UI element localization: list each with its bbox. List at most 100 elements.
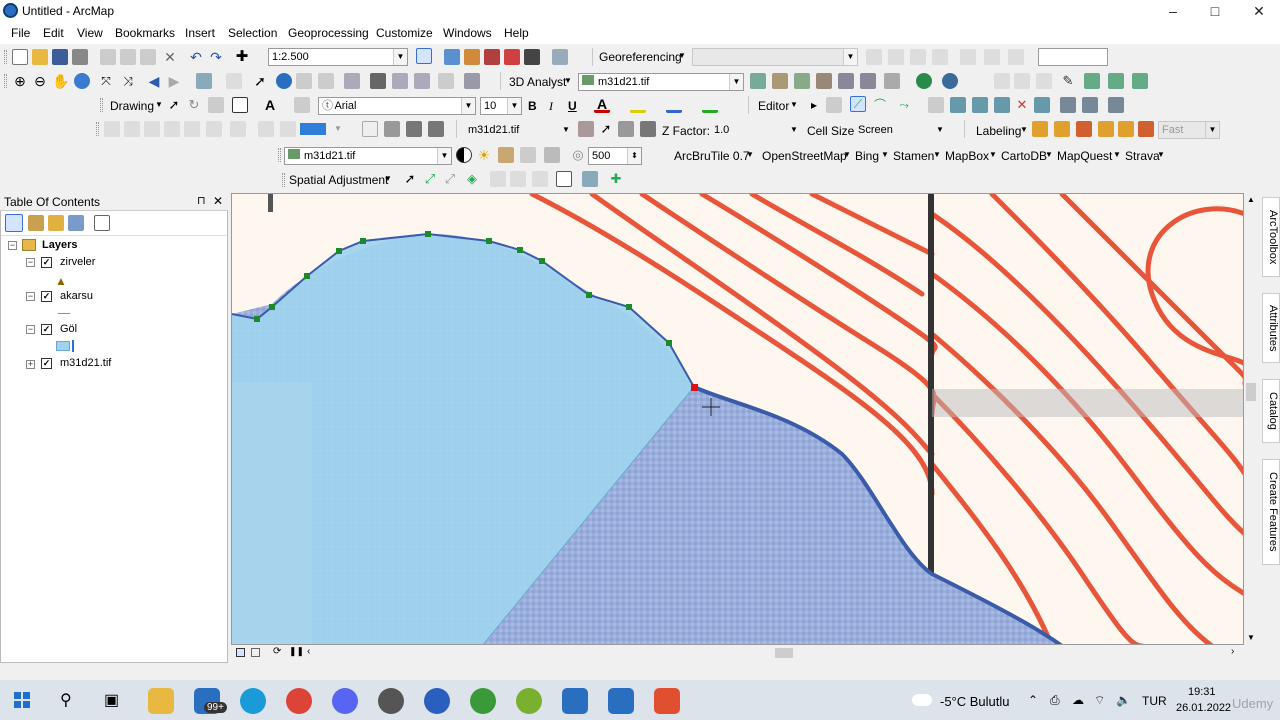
select-elements-icon[interactable]: ➚ xyxy=(402,171,418,187)
delete-icon[interactable]: ✕ xyxy=(162,49,178,65)
interpolate-point-icon[interactable] xyxy=(816,73,832,89)
toolbar-grip[interactable] xyxy=(4,74,7,88)
list-by-visibility-icon[interactable] xyxy=(48,215,64,231)
toc-options-icon[interactable] xyxy=(94,215,110,231)
sketch-vertex[interactable] xyxy=(254,316,260,322)
arcscene-icon[interactable] xyxy=(916,73,932,89)
layer-akarsu[interactable]: akarsu xyxy=(60,290,93,302)
sketch-vertex[interactable] xyxy=(539,258,545,264)
georef-layer-combo[interactable]: ▼ xyxy=(692,48,858,66)
sketch-vertex[interactable] xyxy=(425,231,431,237)
steepest-path-icon[interactable] xyxy=(772,73,788,89)
surface-layer-combo[interactable]: m31d21.tif ▼ xyxy=(464,121,574,139)
clear-selection-icon[interactable] xyxy=(226,73,242,89)
goto-xy-icon[interactable] xyxy=(414,73,430,89)
layout-view-icon[interactable] xyxy=(464,73,480,89)
collapse-icon[interactable]: − xyxy=(26,292,35,301)
editor-menu[interactable]: Editor xyxy=(758,99,789,113)
sketch-vertex[interactable] xyxy=(517,247,523,253)
minimize-button[interactable]: – xyxy=(1150,0,1196,22)
go-back-icon[interactable]: ◀ xyxy=(146,73,162,89)
zfactor-combo[interactable]: 1.0 ▼ xyxy=(710,121,802,139)
contrast-icon[interactable] xyxy=(456,147,472,163)
catalog-tab[interactable]: Catalog xyxy=(1262,379,1280,443)
python-window-icon[interactable] xyxy=(524,49,540,65)
link-table-icon[interactable] xyxy=(960,49,976,65)
menu-windows[interactable]: Windows xyxy=(443,26,492,40)
search-icon[interactable]: ⚲ xyxy=(60,690,72,710)
cut-polygons-icon[interactable] xyxy=(972,97,988,113)
label-weight-icon[interactable] xyxy=(1076,121,1092,137)
go-forward-icon[interactable]: ▶ xyxy=(166,73,182,89)
layer-m31d21[interactable]: m31d21.tif xyxy=(60,357,111,369)
menu-view[interactable]: View xyxy=(77,26,103,40)
layout-tool-icon[interactable] xyxy=(206,121,222,137)
line-of-sight-icon[interactable] xyxy=(794,73,810,89)
list-by-source-icon[interactable] xyxy=(28,215,44,231)
split-icon[interactable] xyxy=(994,97,1010,113)
basemap-mapquest[interactable]: MapQuest xyxy=(1057,149,1112,163)
arcmap-taskbar-icon[interactable] xyxy=(608,688,634,714)
straight-segment-icon[interactable]: ⟋ xyxy=(850,96,866,112)
menu-geoprocessing[interactable]: Geoprocessing xyxy=(288,26,369,40)
list-by-selection-icon[interactable] xyxy=(68,215,84,231)
close-button[interactable]: ✕ xyxy=(1236,0,1280,22)
create-features-tab[interactable]: Create Features xyxy=(1262,459,1280,565)
swipe-icon[interactable] xyxy=(384,121,400,137)
app-icon[interactable] xyxy=(424,688,450,714)
font-color-icon[interactable]: A xyxy=(594,97,610,113)
topology-icon[interactable] xyxy=(1084,73,1100,89)
scroll-thumb[interactable] xyxy=(1246,383,1256,401)
collapse-icon[interactable]: − xyxy=(26,325,35,334)
scroll-thumb[interactable] xyxy=(775,648,793,658)
rotate-feature-icon[interactable] xyxy=(1034,97,1050,113)
expand-icon[interactable]: + xyxy=(26,360,35,369)
end-point-arc-icon[interactable]: ⌒ xyxy=(872,97,888,113)
image-layer-combo[interactable]: m31d21.tif ▼ xyxy=(284,147,452,165)
arctoolbox-icon[interactable] xyxy=(504,49,520,65)
chevron-up-icon[interactable]: ⌃ xyxy=(1028,693,1038,707)
sketch-vertex[interactable] xyxy=(304,273,310,279)
toolbar-grip[interactable] xyxy=(278,148,281,162)
attributes-tab[interactable]: Attributes xyxy=(1262,293,1280,363)
print-icon[interactable] xyxy=(72,49,88,65)
attribute-transfer-icon[interactable] xyxy=(582,171,598,187)
layout-tool-icon[interactable] xyxy=(184,121,200,137)
attributes-icon[interactable] xyxy=(1060,97,1076,113)
basemap-cartodb[interactable]: CartoDB xyxy=(1001,149,1047,163)
menu-selection[interactable]: Selection xyxy=(228,26,277,40)
hyperlink-icon[interactable] xyxy=(296,73,312,89)
rotate-icon[interactable]: ↻ xyxy=(186,97,202,113)
pause-drawing-icon[interactable]: ❚❚ xyxy=(289,646,304,657)
zoom-whole-page-icon[interactable] xyxy=(208,97,224,113)
zoom-in-icon[interactable]: ⊕ xyxy=(12,73,28,89)
add-data-icon[interactable]: ✚ xyxy=(234,49,250,65)
layout-view-icon[interactable] xyxy=(251,648,260,657)
arctoolbox-tab[interactable]: ArcToolbox xyxy=(1262,197,1280,277)
device-icon[interactable]: ⎙ xyxy=(1050,693,1060,708)
trace-icon[interactable]: ⤳ xyxy=(896,97,912,113)
polygon-symbol-icon[interactable] xyxy=(56,341,70,351)
cellsize-combo[interactable]: Screen ▼ xyxy=(854,121,948,139)
catalog-window-icon[interactable] xyxy=(464,49,480,65)
georef-tool-icon[interactable] xyxy=(888,49,904,65)
onedrive-icon[interactable]: ☁ xyxy=(1072,693,1084,707)
modify-link-icon[interactable]: ⤢ xyxy=(442,171,458,187)
fixed-zoom-in-icon[interactable]: ⤧ xyxy=(98,73,114,89)
layout-tool-icon[interactable] xyxy=(124,121,140,137)
transparency-icon[interactable] xyxy=(428,121,444,137)
wifi-icon[interactable]: ⌔ xyxy=(1094,693,1105,708)
layer-zirveler[interactable]: zirveler xyxy=(60,256,95,268)
sketch-vertex[interactable] xyxy=(586,292,592,298)
windows-start-icon[interactable] xyxy=(14,692,30,708)
find-route-icon[interactable] xyxy=(392,73,408,89)
sketch-vertex[interactable] xyxy=(360,238,366,244)
search-window-icon[interactable] xyxy=(484,49,500,65)
layout-tool-icon[interactable] xyxy=(164,121,180,137)
app-icon[interactable] xyxy=(378,688,404,714)
line-symbol-icon[interactable] xyxy=(58,313,70,314)
app-icon[interactable] xyxy=(654,688,680,714)
menu-insert[interactable]: Insert xyxy=(185,26,215,40)
scroll-right-icon[interactable]: › xyxy=(1231,646,1234,657)
basemap-openstreetmap[interactable]: OpenStreetMap xyxy=(762,149,847,163)
